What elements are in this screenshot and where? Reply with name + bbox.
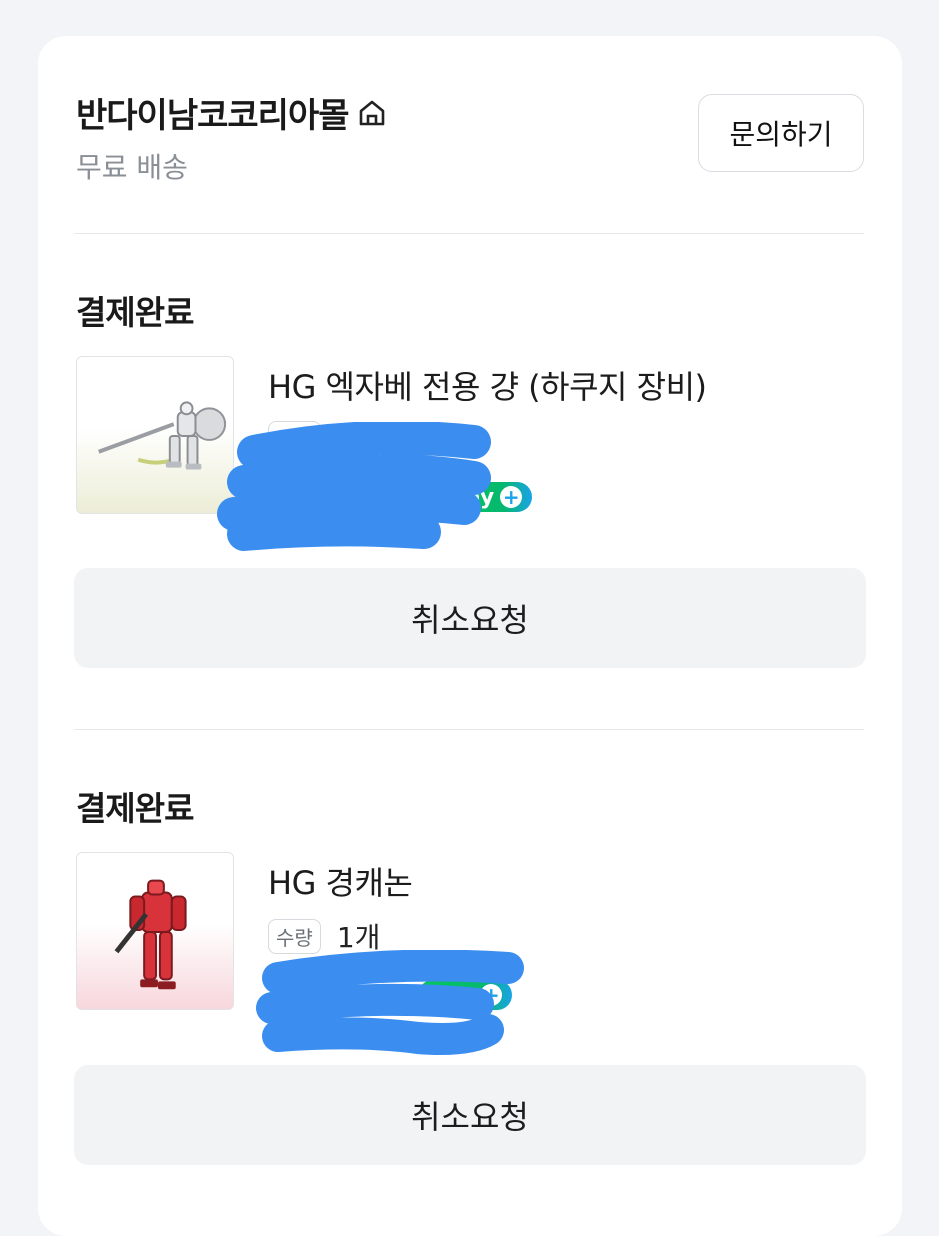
store-header[interactable]: 반다이남코코리아몰 [76, 88, 389, 137]
npay-label: pay [430, 982, 475, 1008]
product-image [98, 401, 227, 470]
product-name[interactable]: HG 엑자베 전용 걍 (하쿠지 장비) [268, 362, 707, 408]
npay-badge: pay + [438, 482, 533, 512]
cancel-request-button[interactable]: 취소요청 [74, 568, 866, 668]
plus-icon: + [500, 486, 523, 508]
quantity-label: 수량 [268, 918, 321, 954]
product-thumbnail[interactable] [76, 356, 234, 514]
quantity-label: 수량 [268, 420, 321, 456]
order-status: 결제완료 [76, 789, 194, 828]
npay-badge: pay + [418, 980, 513, 1010]
npay-label: pay [450, 484, 495, 510]
divider [74, 233, 864, 234]
divider [74, 729, 864, 730]
cancel-request-button[interactable]: 취소요청 [74, 1065, 866, 1165]
quantity-row: 수량 1개 [268, 916, 380, 956]
plus-icon: + [480, 984, 503, 1006]
quantity-value: 1개 [336, 423, 381, 456]
product-thumbnail[interactable] [76, 852, 234, 1010]
shipping-info: 무료 배송 [76, 151, 188, 184]
product-image [114, 879, 187, 990]
order-status: 결제완료 [76, 293, 194, 332]
order-card: 반다이남코코리아몰 무료 배송 문의하기 결제완료 HG 엑자베 전용 걍 (하… [38, 36, 902, 1236]
home-icon[interactable] [355, 96, 389, 130]
store-name[interactable]: 반다이남코코리아몰 [76, 88, 350, 137]
quantity-value: 1개 [336, 921, 381, 954]
inquiry-button[interactable]: 문의하기 [698, 94, 864, 172]
product-name[interactable]: HG 경캐논 [268, 858, 413, 904]
quantity-row: 수량 1개 [268, 418, 380, 458]
